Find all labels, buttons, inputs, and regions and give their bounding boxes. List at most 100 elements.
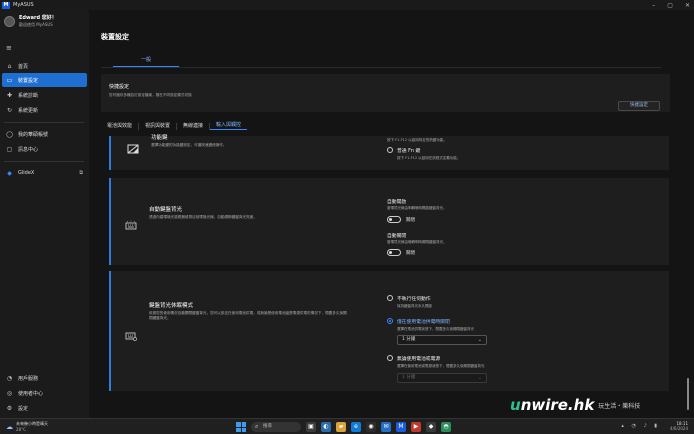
battery-timeout-select[interactable]: 1 分鐘 ⌄: [397, 335, 487, 345]
auto-on-state: 關閉: [406, 218, 415, 223]
mail-icon[interactable]: ✉: [381, 422, 391, 432]
option-label: 不執行任何動作: [397, 297, 431, 302]
windows-start-icon[interactable]: [236, 422, 246, 432]
function-key-panel: 功能鍵 選擇功能鍵的功能鍵設定，可讓快速鍵使操作。 按下 F1-F12 以啟用特…: [109, 135, 669, 170]
task-view-icon[interactable]: ▣: [306, 422, 316, 432]
avatar: [4, 15, 15, 27]
section-desc: 透過內建環境光感應器偵測目前環境光線，自動調節鍵盤背光亮度。: [149, 215, 257, 219]
sidebar-item-settings[interactable]: ⚙ 設定: [2, 401, 87, 415]
app-title: MyASUS: [13, 2, 34, 8]
media-app-icon[interactable]: ▶: [411, 422, 421, 432]
auto-backlight-panel: 自動鍵盤背光 透過內建環境光感應器偵測目前環境光線，自動調節鍵盤背光亮度。 自動…: [109, 178, 669, 265]
divider: [4, 161, 84, 162]
radio-do-nothing[interactable]: [387, 295, 393, 301]
system-tray-icons[interactable]: ▴ ◔ ♪ ▮: [621, 423, 660, 429]
keyboard-backlight-icon: [125, 220, 137, 230]
unwire-watermark: unwire.hk 玩生活・樂科技: [510, 396, 640, 414]
sidebar-item-customer-service[interactable]: ◔ 用戶服務: [2, 371, 87, 385]
sidebar-item-label: 系統診斷: [18, 92, 39, 99]
select-value: 1 分鐘: [402, 337, 416, 342]
tab-battery-performance[interactable]: 電池與效能: [101, 122, 140, 130]
option-desc: 按下 F1-F12 以啟用在該程式定義功能。: [397, 156, 461, 160]
quick-settings-button[interactable]: 快捷設定: [618, 101, 660, 111]
logo-part: nwire.hk: [520, 396, 595, 414]
radio-battery-or-power[interactable]: [387, 355, 393, 361]
auto-on-toggle[interactable]: [387, 216, 401, 223]
auto-on-label: 自動開啟: [387, 200, 407, 205]
main-content: 裝置設定 一般 快捷設定 您可儲存多種自訂設定檔案，隨在不同設定模式切換 快捷設…: [89, 10, 694, 418]
app-icon[interactable]: ◓: [441, 422, 451, 432]
menu-icon[interactable]: ≡: [6, 45, 12, 52]
maximize-icon[interactable]: ▢: [667, 2, 673, 9]
sidebar-item-label: 設定: [18, 405, 29, 412]
message-icon: ▢: [6, 145, 13, 153]
support-icon: ◔: [6, 374, 13, 382]
section-desc: 選擇功能鍵的功能鍵設定，可讓快速鍵使操作。: [151, 143, 227, 147]
chevron-down-icon: ⌄: [477, 337, 482, 343]
auto-off-desc: 當環境光線由暗轉明時關閉鍵盤背光。: [387, 240, 447, 244]
diagnosis-icon: ✚: [6, 91, 13, 99]
tab-input-touch[interactable]: 輸入與觸控: [210, 122, 248, 130]
gear-icon: ⚙: [6, 404, 13, 412]
sidebar-item-label: 使用者中心: [18, 390, 44, 397]
user-profile[interactable]: Edward 您好！ 歡迎使用 MyASUS: [4, 14, 57, 28]
chrome-icon[interactable]: ◉: [366, 422, 376, 432]
option-desc: 按下 F1-F12 以啟用特定的熱鍵功能。: [387, 138, 447, 142]
tab-video-devices[interactable]: 視訊與裝置: [139, 122, 178, 130]
widget-app-icon[interactable]: ◐: [321, 422, 331, 432]
sidebar-item-home[interactable]: ⌂ 首頁: [2, 59, 87, 73]
quick-settings-title: 快捷設定: [109, 84, 130, 90]
sidebar-item-glidex[interactable]: ◆ GlideX ⧉: [2, 166, 87, 180]
scrollbar[interactable]: [687, 378, 689, 410]
sidebar-item-system-update[interactable]: ↻ 系統更新: [2, 103, 87, 117]
section-title: 功能鍵: [151, 135, 168, 141]
file-explorer-icon[interactable]: ▰: [336, 422, 346, 432]
unwire-logo: unwire.hk: [510, 396, 594, 414]
laptop-icon: ▭: [6, 76, 13, 84]
glidex-icon: ◆: [7, 169, 12, 177]
radio-normal-fn[interactable]: [387, 147, 393, 153]
power-timeout-select[interactable]: 1 分鐘 ⌄: [397, 373, 487, 383]
section-title: 自動鍵盤背光: [149, 207, 183, 213]
update-icon: ↻: [6, 106, 13, 114]
user-subtitle: 歡迎使用 MyASUS: [19, 22, 53, 27]
sidebar-item-label: 我的華碩帳號: [18, 131, 49, 138]
option-label: 普通 Fn 鍵: [397, 149, 421, 154]
edge-browser-icon[interactable]: e: [351, 422, 361, 432]
weather-widget[interactable]: ☁ 未來幾小時是晴天 28°C: [6, 421, 48, 432]
tab-wireless[interactable]: 無線連接: [177, 122, 211, 130]
sidebar-item-diagnosis[interactable]: ✚ 系統診斷: [2, 88, 87, 102]
minimize-icon[interactable]: –: [652, 2, 655, 9]
close-icon[interactable]: ✕: [685, 2, 690, 9]
external-link-icon: ⧉: [79, 170, 83, 176]
page-title: 裝置設定: [101, 33, 129, 41]
option-label: 僅在使用電池供電時關閉: [397, 320, 450, 325]
app-icon[interactable]: ◆: [426, 422, 436, 432]
radio-battery-only[interactable]: [387, 318, 393, 324]
divider: [4, 122, 84, 123]
auto-off-label: 自動關閉: [387, 234, 407, 239]
quick-settings-card: 快捷設定 您可儲存多種自訂設定檔案，隨在不同設定模式切換 快捷設定: [101, 74, 670, 112]
sidebar-item-device-settings[interactable]: ▭ 裝置設定: [2, 73, 87, 87]
myasus-logo-icon: M: [2, 1, 10, 9]
sidebar-item-label: 裝置設定: [18, 77, 39, 84]
sidebar-item-label: 用戶服務: [18, 375, 39, 382]
title-bar: M MyASUS – ▢ ✕: [0, 0, 694, 10]
sidebar-item-my-asus-account[interactable]: ◯ 我的華碩帳號: [2, 127, 87, 141]
chevron-down-icon: ⌄: [477, 375, 482, 381]
sidebar-item-label: GlideX: [18, 170, 35, 176]
myasus-taskbar-icon[interactable]: M: [396, 422, 406, 432]
auto-off-toggle[interactable]: [387, 249, 401, 256]
user-name: Edward 您好！: [19, 15, 57, 21]
sidebar-item-user-center[interactable]: ◎ 使用者中心: [2, 386, 87, 400]
weather-temp: 28°C: [16, 427, 26, 432]
section-title: 鍵盤背光休眠模式: [149, 303, 194, 309]
clock[interactable]: 18:11 4/6/2024: [670, 421, 688, 431]
user-center-icon: ◎: [6, 389, 13, 397]
taskbar-search[interactable]: 搜尋: [251, 422, 301, 432]
sidebar-item-message-center[interactable]: ▢ 訊息中心: [2, 142, 87, 156]
logo-part: u: [510, 396, 521, 414]
tab-general[interactable]: 一般: [123, 56, 169, 63]
clock-date: 4/6/2024: [670, 426, 688, 431]
option-label: 無論使用電池或電源: [397, 357, 441, 362]
